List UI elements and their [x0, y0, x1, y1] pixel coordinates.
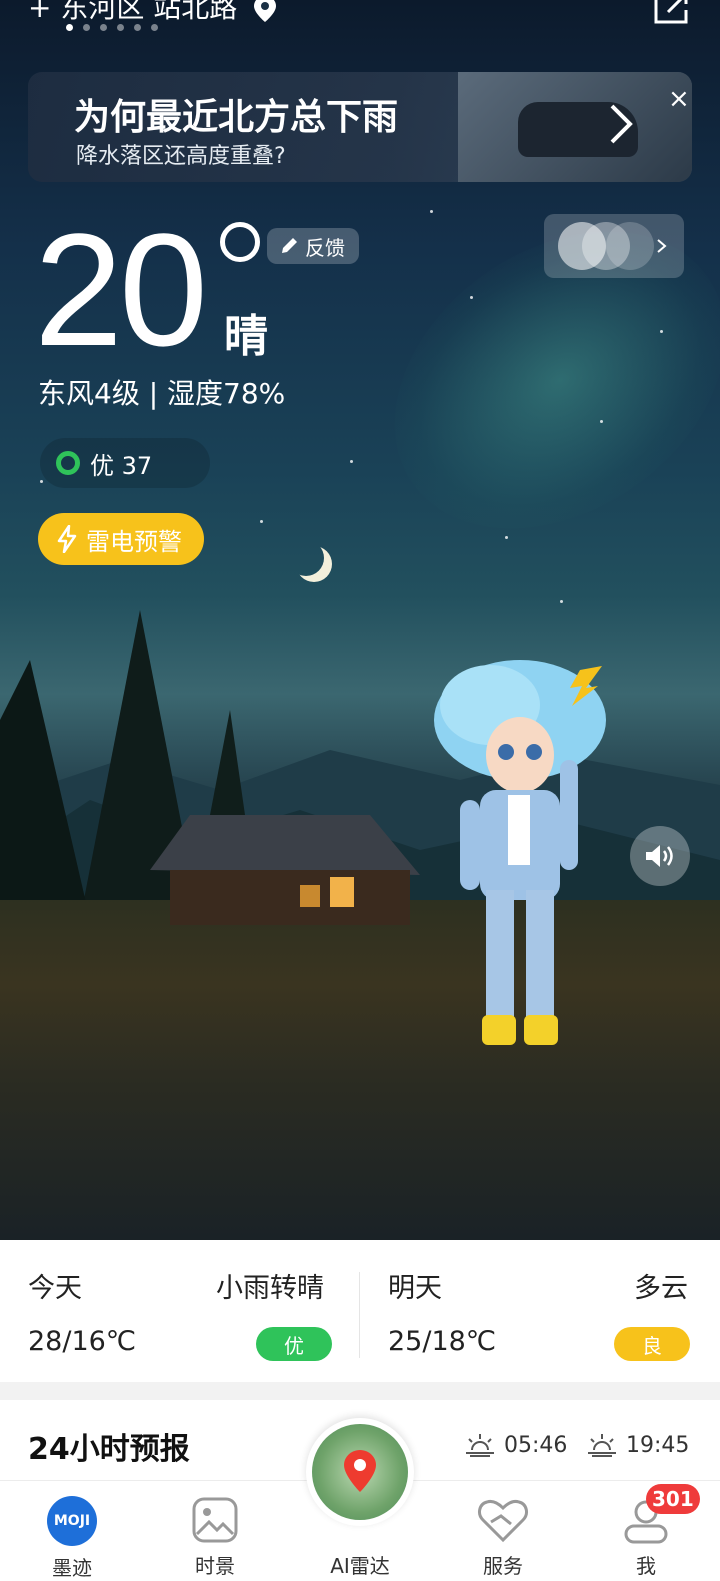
tab-label: 服务 — [483, 1554, 523, 1578]
star — [430, 210, 433, 213]
location-pin-icon — [254, 0, 277, 22]
page-dot — [117, 24, 124, 31]
chevron-right-icon — [610, 104, 633, 144]
tab-moji[interactable]: MOJI 墨迹 — [32, 1496, 112, 1581]
current-condition: 晴 — [224, 311, 268, 362]
star — [40, 480, 43, 483]
sunset-icon — [588, 1434, 616, 1457]
aqi-indicator-icon — [56, 451, 80, 475]
lightning-icon — [57, 525, 77, 553]
sunset-info: 19:45 — [586, 1432, 689, 1458]
image-icon — [192, 1497, 238, 1543]
banner-title: 为何最近北方总下雨 — [74, 97, 399, 138]
location-name: 东河区 站北路 — [60, 0, 238, 24]
star — [505, 536, 508, 539]
tab-label: 时景 — [195, 1554, 235, 1578]
widget-circle — [606, 222, 654, 270]
page-dot — [100, 24, 107, 31]
current-temperature: 20 — [34, 200, 208, 379]
degree-symbol — [220, 222, 260, 262]
weather-alert-button[interactable]: 雷电预警 — [38, 513, 204, 565]
tab-label: AI雷达 — [330, 1554, 390, 1578]
aqi-label: 优 37 — [90, 451, 153, 480]
sunrise-icon — [466, 1434, 494, 1457]
tab-scenes[interactable]: 时景 — [175, 1496, 255, 1579]
tab-label: 我 — [636, 1554, 656, 1578]
tab-ai-radar[interactable]: AI雷达 — [320, 1550, 400, 1579]
page-dot — [83, 24, 90, 31]
section-gap — [0, 1382, 720, 1400]
cabin-decoration — [150, 815, 420, 925]
star — [350, 460, 353, 463]
banner-image — [458, 72, 692, 182]
tomorrow-temps: 25/18℃ — [388, 1326, 497, 1357]
tab-label: 墨迹 — [52, 1556, 92, 1580]
location-selector[interactable]: + 东河区 站北路 — [28, 0, 277, 26]
star — [470, 296, 473, 299]
radar-map-icon — [312, 1424, 408, 1520]
chevron-right-icon — [657, 239, 667, 253]
star — [600, 420, 603, 423]
tomorrow-label: 明天 — [388, 1273, 442, 1304]
sound-toggle-button[interactable] — [630, 826, 690, 886]
cartoon-character-decoration — [434, 660, 606, 1045]
star — [560, 600, 563, 603]
map-pin-icon — [344, 1450, 376, 1492]
add-city-icon[interactable]: + — [28, 0, 51, 24]
air-quality-pill[interactable]: 优 37 — [40, 438, 210, 488]
tomorrow-condition: 多云 — [634, 1273, 688, 1304]
forecast-title: 24小时预报 — [28, 1432, 190, 1467]
sunrise-info: 05:46 — [464, 1432, 567, 1458]
feedback-button[interactable]: 反馈 — [267, 228, 359, 264]
close-icon[interactable]: × — [668, 84, 690, 114]
share-icon[interactable] — [652, 0, 692, 26]
sunrise-time: 05:46 — [504, 1432, 568, 1458]
pencil-icon — [282, 238, 297, 253]
today-temps: 28/16℃ — [28, 1326, 137, 1357]
tab-services[interactable]: 服务 — [463, 1496, 543, 1579]
page-indicator — [66, 24, 158, 31]
heart-hands-icon — [478, 1500, 528, 1543]
ai-radar-button[interactable] — [306, 1418, 414, 1526]
weather-stack-widget[interactable] — [544, 214, 684, 278]
notification-badge: 301 — [646, 1484, 700, 1514]
page-dot — [134, 24, 141, 31]
banner-subtitle: 降水落区还高度重叠? — [76, 144, 286, 169]
today-label: 今天 — [28, 1273, 82, 1304]
star — [660, 330, 663, 333]
today-aqi-badge: 优 — [256, 1327, 332, 1361]
today-condition: 小雨转晴 — [216, 1273, 324, 1304]
page-dot — [66, 24, 73, 31]
star — [260, 520, 263, 523]
moon-icon — [288, 540, 324, 576]
moji-logo-icon: MOJI — [47, 1496, 97, 1546]
weather-hero — [0, 0, 720, 1240]
top-bar: + 东河区 站北路 — [0, 0, 720, 40]
sunset-time: 19:45 — [626, 1432, 690, 1458]
page-dot — [151, 24, 158, 31]
alert-label: 雷电预警 — [86, 527, 182, 556]
divider — [359, 1272, 360, 1358]
meadow-decoration — [0, 900, 720, 1240]
speaker-icon — [646, 845, 673, 867]
tomorrow-aqi-badge: 良 — [614, 1327, 690, 1361]
daily-summary-card[interactable] — [0, 1240, 720, 1382]
news-banner[interactable]: 为何最近北方总下雨 降水落区还高度重叠? × — [28, 72, 692, 182]
wind-humidity: 东风4级 | 湿度78% — [38, 377, 286, 410]
feedback-label: 反馈 — [305, 235, 345, 260]
